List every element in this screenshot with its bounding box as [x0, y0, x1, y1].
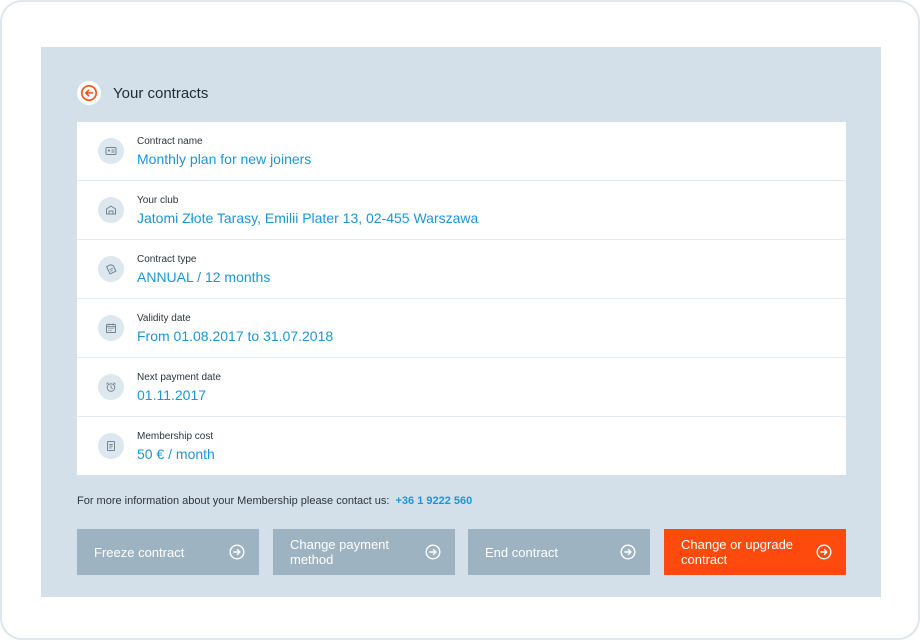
detail-value: Jatomi Złote Tarasy, Emilii Plater 13, 0… — [137, 210, 479, 226]
detail-row-membership-cost: Membership cost 50 € / month — [77, 417, 846, 475]
arrow-left-icon — [81, 85, 97, 101]
contracts-panel: Your contracts Contract name Monthly pla… — [41, 47, 881, 597]
arrow-right-icon — [425, 544, 441, 560]
calendar-icon — [98, 315, 124, 341]
change-payment-method-label: Change payment method — [290, 537, 390, 567]
detail-label: Validity date — [137, 313, 191, 324]
contract-details-card: Contract name Monthly plan for new joine… — [77, 122, 846, 475]
detail-row-validity-date: Validity date From 01.08.2017 to 31.07.2… — [77, 299, 846, 358]
cost-icon — [98, 433, 124, 459]
freeze-contract-button[interactable]: Freeze contract — [77, 529, 259, 575]
page-title: Your contracts — [113, 84, 209, 102]
alarm-clock-icon — [98, 374, 124, 400]
detail-label: Next payment date — [137, 372, 221, 383]
contact-info-text: For more information about your Membersh… — [77, 495, 390, 507]
detail-row-next-payment: Next payment date 01.11.2017 — [77, 358, 846, 417]
change-or-upgrade-contract-button[interactable]: Change or upgrade contract — [664, 529, 846, 575]
detail-value: Monthly plan for new joiners — [137, 151, 312, 167]
building-icon — [98, 197, 124, 223]
contract-icon — [98, 256, 124, 282]
contract-actions: Freeze contract Change payment method En… — [77, 529, 846, 576]
detail-row-contract-type: Contract type ANNUAL / 12 months — [77, 240, 846, 299]
detail-label: Membership cost — [137, 431, 214, 442]
end-contract-label: End contract — [485, 544, 558, 560]
arrow-right-icon — [816, 544, 832, 560]
arrow-right-icon — [620, 544, 636, 560]
device-frame: Your contracts Contract name Monthly pla… — [0, 0, 920, 640]
detail-value: From 01.08.2017 to 31.07.2018 — [137, 328, 334, 344]
end-contract-button[interactable]: End contract — [468, 529, 650, 575]
detail-label: Contract type — [137, 254, 197, 265]
change-payment-method-button[interactable]: Change payment method — [273, 529, 455, 575]
page-header: Your contracts — [77, 81, 208, 105]
detail-row-contract-name: Contract name Monthly plan for new joine… — [77, 122, 846, 181]
arrow-right-icon — [229, 544, 245, 560]
freeze-contract-label: Freeze contract — [94, 544, 185, 560]
detail-label: Contract name — [137, 136, 203, 147]
id-card-icon — [98, 138, 124, 164]
detail-value: 01.11.2017 — [137, 387, 207, 403]
detail-label: Your club — [137, 195, 179, 206]
back-button[interactable] — [77, 81, 101, 105]
detail-value: ANNUAL / 12 months — [137, 269, 271, 285]
detail-row-club: Your club Jatomi Złote Tarasy, Emilii Pl… — [77, 181, 846, 240]
detail-value: 50 € / month — [137, 446, 215, 462]
change-or-upgrade-contract-label: Change or upgrade contract — [681, 537, 794, 567]
contact-phone-link[interactable]: +36 1 9222 560 — [396, 495, 473, 507]
contact-info: For more information about your Membersh… — [77, 495, 472, 507]
